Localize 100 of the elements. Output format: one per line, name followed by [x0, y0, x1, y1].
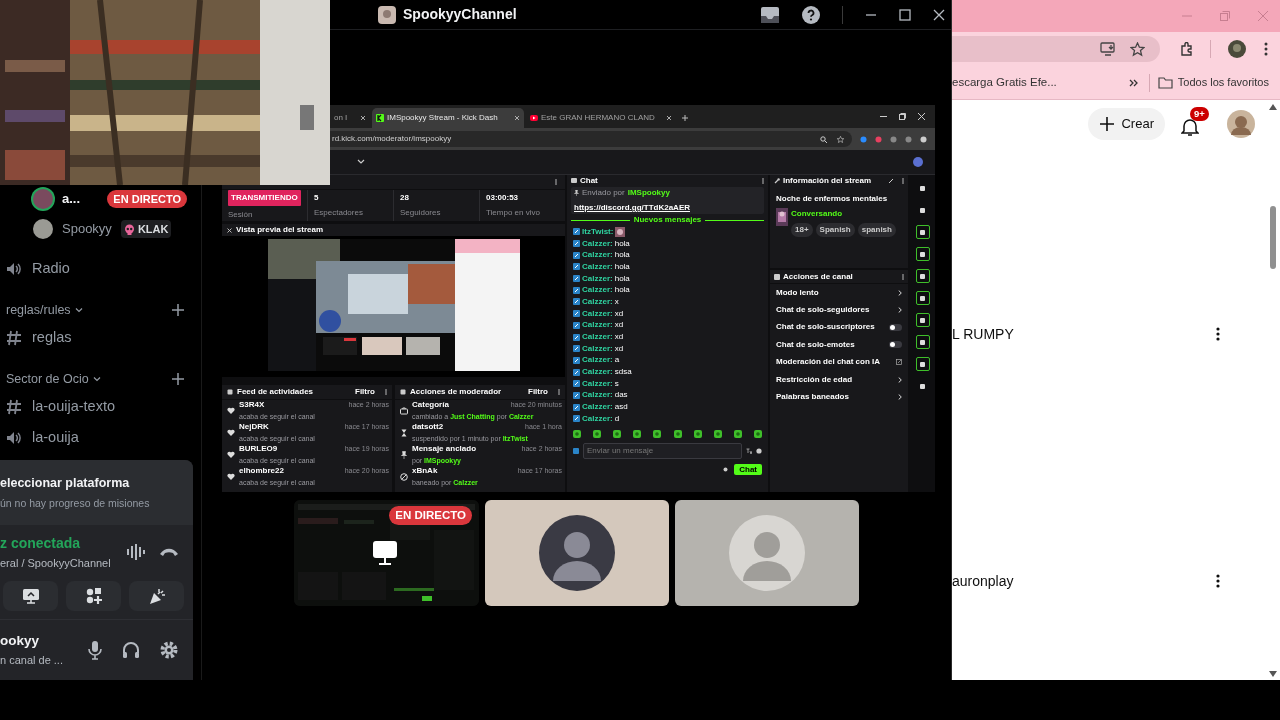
- close-icon[interactable]: [514, 115, 520, 121]
- folder-icon[interactable]: [1157, 76, 1173, 89]
- emote-icon[interactable]: [713, 429, 722, 438]
- minimize-icon[interactable]: [880, 113, 887, 120]
- chevron-icon[interactable]: [357, 159, 365, 165]
- plus-icon[interactable]: [172, 373, 184, 385]
- channel-name[interactable]: Radio: [32, 257, 70, 280]
- hang-up-icon[interactable]: [159, 546, 179, 559]
- chat-username[interactable]: ItzTwist:: [582, 225, 614, 238]
- emote-icon[interactable]: [573, 429, 581, 438]
- emote-icon[interactable]: [693, 429, 702, 438]
- chat-username[interactable]: Calzzer:: [582, 401, 613, 414]
- channel-name[interactable]: reglas: [32, 326, 72, 349]
- send-button[interactable]: Chat: [734, 463, 762, 475]
- plus-icon[interactable]: [681, 114, 689, 122]
- chat-username[interactable]: Calzzer:: [582, 237, 613, 250]
- toggle-switch[interactable]: [889, 341, 902, 349]
- help-icon[interactable]: [802, 5, 820, 24]
- close-icon[interactable]: [933, 8, 945, 21]
- chat-username[interactable]: Calzzer:: [582, 342, 613, 355]
- category-label[interactable]: Sector de Ocio: [6, 369, 89, 389]
- close-icon[interactable]: [918, 113, 925, 120]
- setting-label[interactable]: Palabras baneados: [776, 391, 849, 404]
- chat-username[interactable]: Calzzer:: [582, 319, 613, 332]
- restore-icon[interactable]: [899, 113, 906, 120]
- emote-icon[interactable]: [653, 429, 662, 438]
- setting-label[interactable]: Modo lento: [776, 286, 819, 299]
- headphones-icon[interactable]: [121, 640, 141, 660]
- emote-icon[interactable]: [633, 429, 642, 438]
- close-icon[interactable]: [666, 115, 672, 121]
- scroll-up-icon[interactable]: [1269, 104, 1277, 110]
- pinned-link[interactable]: https://discord.gg/TTdK2aAER: [574, 202, 761, 214]
- soundwave-icon[interactable]: [126, 543, 146, 562]
- sidebar-tool-button[interactable]: [915, 269, 930, 283]
- kebab-icon[interactable]: [1216, 574, 1220, 588]
- collapse-icon[interactable]: [227, 227, 232, 233]
- screen-share-button[interactable]: [3, 581, 58, 611]
- setting-label[interactable]: Restricción de edad: [776, 373, 853, 386]
- sidebar-tool-button[interactable]: [915, 225, 930, 239]
- microphone-icon[interactable]: [87, 640, 103, 660]
- setting-label[interactable]: Chat de solo-emotes: [776, 338, 855, 351]
- video-title[interactable]: L RUMPY: [952, 323, 1014, 345]
- emote-icon[interactable]: [613, 429, 622, 438]
- channel-name[interactable]: la-ouija: [32, 426, 79, 449]
- chevron-right-icon[interactable]: [898, 289, 902, 296]
- channel-name[interactable]: la-ouija-texto: [32, 395, 115, 418]
- sidebar-tool-button[interactable]: [915, 291, 930, 305]
- filter-link[interactable]: Filtro: [355, 386, 375, 398]
- browser-tab[interactable]: on I: [330, 108, 370, 128]
- chat-username[interactable]: Calzzer:: [582, 284, 613, 297]
- bell-icon[interactable]: [1181, 117, 1199, 137]
- sidebar-tool-button[interactable]: [915, 247, 930, 261]
- emote-icon[interactable]: [673, 429, 682, 438]
- category-label[interactable]: reglas/rules: [6, 300, 71, 320]
- chevron-right-icon[interactable]: [898, 307, 902, 314]
- kebab-icon[interactable]: [1264, 42, 1268, 56]
- setting-label[interactable]: Moderación del chat con IA: [776, 356, 880, 369]
- activities-button[interactable]: [66, 581, 121, 611]
- emote-icon[interactable]: [733, 429, 742, 438]
- close-icon[interactable]: [360, 115, 366, 121]
- sidebar-tool-button[interactable]: [915, 357, 930, 371]
- message-input[interactable]: Enviar un mensaje: [583, 442, 742, 459]
- install-icon[interactable]: [1100, 42, 1116, 56]
- profile-icon[interactable]: [913, 157, 923, 167]
- party-popper-button[interactable]: [129, 581, 184, 611]
- toggle-switch[interactable]: [889, 323, 902, 331]
- scroll-down-icon[interactable]: [1269, 671, 1277, 677]
- address-bar[interactable]: [952, 36, 1160, 62]
- sidebar-tool-button[interactable]: [915, 313, 930, 327]
- emote-icon[interactable]: [593, 429, 602, 438]
- chat-username[interactable]: Calzzer:: [582, 307, 613, 320]
- maximize-icon[interactable]: [899, 8, 911, 21]
- chat-username[interactable]: Calzzer:: [582, 354, 613, 367]
- address-bar[interactable]: rd.kick.com/moderator/imspookyy: [330, 131, 852, 147]
- chevron-right-icon[interactable]: [898, 394, 902, 401]
- create-button[interactable]: Crear: [1088, 108, 1165, 140]
- chat-username[interactable]: Calzzer:: [582, 377, 613, 390]
- plus-icon[interactable]: [172, 304, 184, 316]
- chat-username[interactable]: Calzzer:: [582, 366, 613, 379]
- setting-label[interactable]: Chat de solo-seguidores: [776, 304, 870, 317]
- star-icon[interactable]: [1130, 41, 1145, 57]
- kebab-icon[interactable]: [1216, 327, 1220, 341]
- chat-username[interactable]: Calzzer:: [582, 260, 613, 273]
- inbox-icon[interactable]: [760, 5, 780, 24]
- pencil-icon[interactable]: [888, 178, 894, 184]
- chevrons-icon[interactable]: [1128, 78, 1139, 87]
- chat-username[interactable]: Calzzer:: [582, 412, 613, 425]
- profile-avatar[interactable]: [1228, 40, 1246, 58]
- account-avatar[interactable]: [1227, 110, 1255, 138]
- bookmark-link[interactable]: escarga Gratis Efe...: [952, 73, 1057, 92]
- chevron-right-icon[interactable]: [898, 376, 902, 383]
- filter-link[interactable]: Filtro: [528, 386, 548, 398]
- sidebar-tool-button[interactable]: [915, 335, 930, 349]
- chat-username[interactable]: Calzzer:: [582, 389, 613, 402]
- emote-icon[interactable]: [754, 429, 762, 438]
- chat-username[interactable]: Calzzer:: [582, 249, 613, 262]
- chat-username[interactable]: Calzzer:: [582, 272, 613, 285]
- category-link[interactable]: Conversando: [791, 208, 896, 220]
- video-title[interactable]: auronplay: [952, 570, 1014, 592]
- bookmark-link[interactable]: Todos los favoritos: [1177, 74, 1269, 91]
